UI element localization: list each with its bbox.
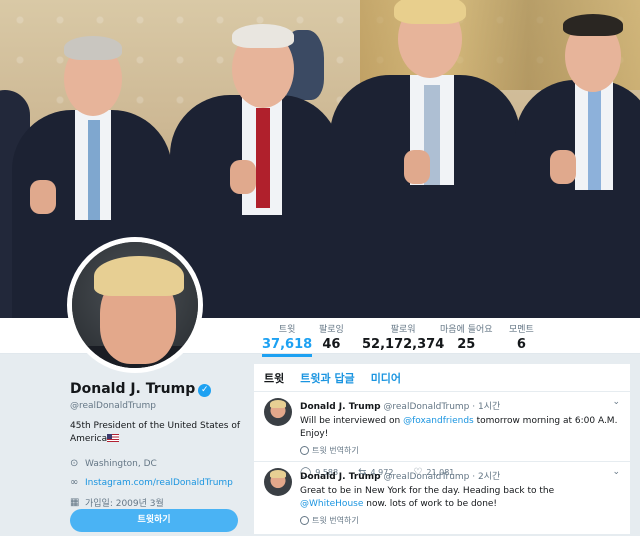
timeline-tabs: 트윗 트윗과 답글 미디어 (254, 364, 630, 392)
tweet-author-handle[interactable]: @realDonaldTrump (383, 472, 469, 482)
profile-bio-text: 45th President of the United States of A… (70, 421, 241, 444)
stat-tweets-value: 37,618 (262, 337, 313, 352)
tweet-avatar[interactable] (264, 398, 292, 426)
tweet-text: Great to be in New York for the day. Hea… (300, 485, 620, 511)
profile-handle[interactable]: @realDonaldTrump (70, 401, 245, 411)
calendar-icon: ▦ (70, 497, 80, 508)
tweet-text: Will be interviewed on @foxandfriends to… (300, 415, 620, 441)
profile-name[interactable]: Donald J. Trump (70, 381, 195, 397)
tweet-text-before: Will be interviewed on (300, 416, 404, 426)
tweet-time[interactable]: · 2시간 (472, 472, 500, 482)
chevron-down-icon[interactable]: ⌄ (612, 397, 620, 407)
profile-location: ⊙ Washington, DC (70, 458, 245, 469)
translate-tweet[interactable]: 트윗 번역하기 (300, 515, 620, 526)
chevron-down-icon[interactable]: ⌄ (612, 467, 620, 477)
tweet-item[interactable]: ⌄ Donald J. Trump @realDonaldTrump · 2시간… (254, 462, 630, 536)
globe-icon (300, 516, 309, 525)
tweet-time[interactable]: · 1시간 (472, 402, 500, 412)
profile-card: Donald J. Trump ✓ @realDonaldTrump 45th P… (70, 378, 245, 509)
profile-location-text: Washington, DC (85, 458, 157, 469)
tweet-text-before: Great to be in New York for the day. Hea… (300, 486, 555, 496)
tweet-mention-link[interactable]: @foxandfriends (403, 416, 474, 426)
tweet-to-button[interactable]: 트윗하기 (70, 509, 238, 532)
stat-tweets[interactable]: 트윗 37,618 (262, 322, 313, 357)
tweet-item[interactable]: ⌄ Donald J. Trump @realDonaldTrump · 1시간… (254, 392, 630, 478)
tweet-text-after: now. lots of work to be done! (363, 499, 498, 509)
profile-joined: ▦ 가입일: 2009년 3월 (70, 496, 245, 509)
stat-moments-value: 6 (516, 337, 526, 352)
translate-tweet[interactable]: 트윗 번역하기 (300, 445, 620, 456)
tweet-mention-link[interactable]: @WhiteHouse (300, 499, 363, 509)
tab-tweets[interactable]: 트윗 (264, 370, 284, 386)
stat-likes-value: 25 (457, 337, 476, 352)
us-flag-icon (107, 434, 120, 442)
profile-website: ∞ Instagram.com/realDonaldTrump (70, 477, 245, 488)
stat-moments-label: 모멘트 (509, 325, 534, 335)
tab-media[interactable]: 미디어 (371, 370, 401, 386)
translate-label: 트윗 번역하기 (312, 446, 359, 455)
stat-following-value: 46 (322, 337, 341, 352)
verified-badge-icon: ✓ (198, 384, 212, 397)
stat-likes-label: 마음에 들어요 (440, 325, 493, 335)
stat-followers-label: 팔로워 (390, 325, 416, 335)
tweet-author-handle[interactable]: @realDonaldTrump (383, 402, 469, 412)
globe-icon (300, 446, 309, 455)
location-pin-icon: ⊙ (70, 458, 79, 469)
profile-joined-text: 가입일: 2009년 3월 (85, 499, 164, 509)
profile-bio: 45th President of the United States of A… (70, 420, 245, 446)
stat-following[interactable]: 팔로잉 46 (319, 322, 344, 352)
tweet-author-name[interactable]: Donald J. Trump (300, 402, 381, 412)
link-icon: ∞ (70, 477, 79, 488)
stat-likes[interactable]: 마음에 들어요 25 (440, 322, 493, 352)
translate-label: 트윗 번역하기 (312, 516, 359, 525)
stat-tweets-label: 트윗 (278, 325, 296, 335)
timeline: 트윗 트윗과 답글 미디어 ⌄ Donald J. Trump @realDon… (254, 364, 630, 536)
stat-followers[interactable]: 팔로워 52,172,374 (362, 322, 444, 352)
tweet-header: Donald J. Trump @realDonaldTrump · 2시간 (300, 469, 620, 482)
stat-moments[interactable]: 모멘트 6 (509, 322, 534, 352)
tweet-header: Donald J. Trump @realDonaldTrump · 1시간 (300, 399, 620, 412)
profile-avatar[interactable] (67, 237, 203, 373)
tab-tweets-and-replies[interactable]: 트윗과 답글 (300, 370, 354, 386)
stat-followers-value: 52,172,374 (362, 337, 445, 352)
profile-website-link[interactable]: Instagram.com/realDonaldTrump (85, 478, 233, 488)
tweet-author-name[interactable]: Donald J. Trump (300, 472, 381, 482)
stat-following-label: 팔로잉 (319, 325, 344, 335)
tweet-avatar[interactable] (264, 468, 292, 496)
